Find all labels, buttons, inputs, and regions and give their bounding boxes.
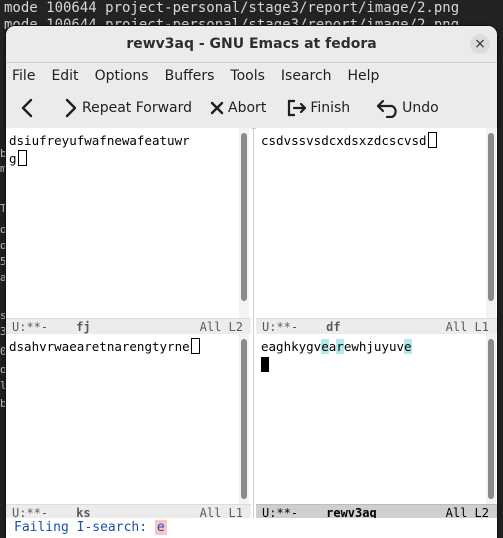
chevron-right-icon bbox=[64, 98, 78, 118]
repeat-forward-label: Repeat Forward bbox=[82, 100, 193, 116]
menu-help[interactable]: Help bbox=[348, 68, 380, 84]
buffer-text: csdvssvsdcxdsxzdcscvsd bbox=[261, 132, 437, 150]
buffer-position: All L1 bbox=[445, 320, 489, 334]
close-icon: × bbox=[474, 36, 486, 52]
buffer-text: dsiufreyufwafnewafeatuwr g bbox=[9, 132, 190, 168]
exit-icon bbox=[286, 98, 308, 118]
modeline-status: U:**- bbox=[262, 320, 299, 334]
search-match: e bbox=[321, 339, 329, 354]
menu-bar: File Edit Options Buffers Tools Isearch … bbox=[6, 63, 497, 88]
window-divider[interactable] bbox=[253, 128, 254, 520]
cursor bbox=[190, 338, 200, 354]
window-bottom-right[interactable]: eaghkygvearewhjuyuve bbox=[256, 334, 497, 504]
buffer-name: df bbox=[326, 320, 341, 334]
buffer-text: dsahvrwaearetnarengtyrne bbox=[9, 338, 200, 356]
buffer-position: All L2 bbox=[199, 320, 243, 334]
menu-buffers[interactable]: Buffers bbox=[165, 68, 215, 84]
search-match: r bbox=[336, 339, 344, 354]
text-line: csdvssvsdcxdsxzdcscvsd bbox=[261, 133, 427, 148]
finish-label: Finish bbox=[310, 100, 351, 116]
close-icon bbox=[210, 101, 224, 115]
isearch-prompt: Failing I-search: bbox=[14, 520, 155, 535]
abort-button[interactable]: Abort bbox=[204, 93, 272, 123]
text-line: dsiufreyufwafnewafeatuwr bbox=[9, 133, 190, 148]
scrollbar-thumb[interactable] bbox=[488, 133, 494, 301]
scrollbar[interactable] bbox=[239, 128, 249, 318]
scrollbar[interactable] bbox=[486, 334, 496, 504]
emacs-window: rewv3aq - GNU Emacs at fedora × File Edi… bbox=[6, 26, 497, 538]
window-title: rewv3aq - GNU Emacs at fedora bbox=[126, 36, 377, 52]
abort-label: Abort bbox=[228, 100, 267, 116]
repeat-forward-button[interactable]: Repeat Forward bbox=[58, 93, 198, 123]
text-segment: whjuyuv bbox=[351, 339, 405, 354]
undo-label: Undo bbox=[402, 100, 439, 116]
mode-line[interactable]: U:**- fj All L2 bbox=[6, 318, 251, 335]
text-line: g bbox=[9, 151, 17, 166]
chevron-left-icon bbox=[20, 98, 34, 118]
text-segment: aghkygv bbox=[268, 339, 322, 354]
cursor bbox=[261, 357, 269, 372]
menu-options[interactable]: Options bbox=[95, 68, 149, 84]
buffer-text: eaghkygvearewhjuyuve bbox=[261, 338, 412, 374]
minibuffer[interactable]: Failing I-search: e bbox=[6, 518, 497, 538]
tool-bar: Repeat Forward Abort Finish Undo bbox=[6, 88, 497, 129]
cursor bbox=[427, 132, 437, 148]
mode-line[interactable]: U:**- df All L1 bbox=[256, 318, 497, 335]
scrollbar-thumb[interactable] bbox=[241, 133, 247, 301]
menu-tools[interactable]: Tools bbox=[230, 68, 265, 84]
window-top-left[interactable]: dsiufreyufwafnewafeatuwr g bbox=[6, 128, 251, 318]
terminal-line: mode 100644 project-personal/stage3/repo… bbox=[4, 0, 460, 16]
isearch-input: e bbox=[154, 520, 167, 535]
close-button[interactable]: × bbox=[470, 34, 490, 54]
text-segment: e bbox=[261, 339, 269, 354]
buffer-name: fj bbox=[76, 320, 91, 334]
menu-edit[interactable]: Edit bbox=[51, 68, 78, 84]
scrollbar[interactable] bbox=[486, 128, 496, 318]
menu-file[interactable]: File bbox=[12, 68, 35, 84]
scrollbar-thumb[interactable] bbox=[488, 339, 494, 499]
undo-button[interactable]: Undo bbox=[370, 93, 445, 123]
scrollbar-thumb[interactable] bbox=[241, 339, 247, 499]
undo-icon bbox=[376, 98, 402, 118]
text-line: dsahvrwaearetnarengtyrne bbox=[9, 339, 190, 354]
scrollbar[interactable] bbox=[239, 334, 249, 504]
modeline-status: U:**- bbox=[12, 320, 49, 334]
menu-isearch[interactable]: Isearch bbox=[281, 68, 332, 84]
window-bottom-left[interactable]: dsahvrwaearetnarengtyrne bbox=[6, 334, 251, 504]
search-match: e bbox=[404, 339, 412, 354]
finish-button[interactable]: Finish bbox=[280, 93, 356, 123]
cursor bbox=[17, 150, 27, 166]
title-bar[interactable]: rewv3aq - GNU Emacs at fedora × bbox=[6, 26, 497, 63]
repeat-backward-button[interactable] bbox=[14, 93, 50, 123]
window-top-right[interactable]: csdvssvsdcxdsxzdcscvsd bbox=[256, 128, 497, 318]
